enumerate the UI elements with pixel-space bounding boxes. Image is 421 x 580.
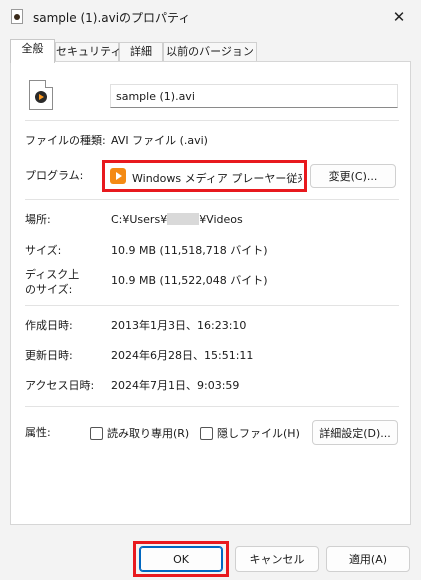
divider	[25, 120, 399, 121]
program-value: Windows メディア プレーヤー従来版	[132, 172, 302, 185]
divider	[25, 406, 399, 407]
created-label: 作成日時:	[25, 319, 73, 332]
video-file-icon	[11, 9, 23, 24]
ok-button[interactable]: OK	[139, 546, 223, 572]
program-highlight: Windows メディア プレーヤー従来版	[102, 160, 307, 192]
general-panel: ファイルの種類: AVI ファイル (.avi) プログラム: Windows …	[10, 61, 411, 525]
divider	[25, 199, 399, 200]
window-title: sample (1).aviのプロパティ	[33, 11, 191, 25]
accessed-label: アクセス日時:	[25, 379, 95, 392]
close-button[interactable]: ✕	[377, 0, 421, 34]
accessed-value: 2024年7月1日、9:03:59	[111, 379, 240, 392]
media-file-icon	[29, 80, 53, 110]
hidden-label[interactable]: 隠しファイル(H)	[217, 427, 300, 441]
tab-previous-versions[interactable]: 以前のバージョン	[163, 42, 257, 62]
advanced-button[interactable]: 詳細設定(D)...	[312, 420, 398, 445]
apply-button[interactable]: 適用(A)	[326, 546, 410, 572]
program-label: プログラム:	[25, 169, 84, 182]
file-type-label: ファイルの種類:	[25, 134, 106, 147]
file-type-value: AVI ファイル (.avi)	[111, 134, 208, 147]
disk-size-label-line1: ディスク上	[25, 268, 80, 281]
file-name-field[interactable]	[110, 84, 398, 108]
play-disc-icon	[35, 91, 47, 103]
location-label: 場所:	[25, 213, 51, 226]
disk-size-value: 10.9 MB (11,522,048 バイト)	[111, 274, 268, 287]
location-suffix: ¥Videos	[199, 213, 243, 226]
readonly-label[interactable]: 読み取り専用(R)	[107, 427, 189, 441]
hidden-checkbox[interactable]	[200, 427, 213, 440]
created-value: 2013年1月3日、16:23:10	[111, 319, 247, 332]
size-label: サイズ:	[25, 244, 62, 257]
tab-security[interactable]: セキュリティ	[55, 42, 121, 62]
location-prefix: C:¥Users¥	[111, 213, 168, 226]
readonly-checkbox[interactable]	[90, 427, 103, 440]
tab-details[interactable]: 詳細	[119, 42, 163, 62]
close-icon: ✕	[392, 8, 406, 26]
title-bar: sample (1).aviのプロパティ ✕	[0, 0, 421, 34]
redacted-username	[167, 213, 200, 225]
divider	[25, 305, 399, 306]
location-value: C:¥Users¥ ¥Videos	[111, 213, 243, 227]
disk-size-label-line2: のサイズ:	[25, 283, 73, 296]
attributes-label: 属性:	[25, 426, 51, 439]
modified-label: 更新日時:	[25, 349, 73, 362]
change-button[interactable]: 変更(C)...	[310, 164, 396, 188]
size-value: 10.9 MB (11,518,718 バイト)	[111, 244, 268, 257]
media-player-icon	[110, 168, 126, 184]
cancel-button[interactable]: キャンセル	[235, 546, 319, 572]
modified-value: 2024年6月28日、15:51:11	[111, 349, 254, 362]
tab-general[interactable]: 全般	[10, 39, 55, 63]
